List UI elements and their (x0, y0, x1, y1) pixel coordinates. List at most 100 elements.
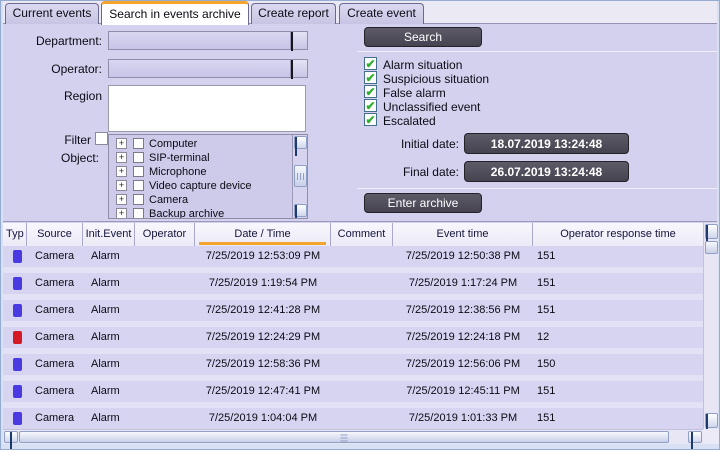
cell-response-time: 151 (533, 246, 703, 267)
suspicious-situation-label: Suspicious situation (383, 72, 583, 86)
column-header-init-event[interactable]: Init.Event (83, 223, 135, 246)
divider (357, 188, 717, 189)
tree-item-backup-archive[interactable]: + Backup archive (109, 207, 307, 219)
check-icon: ✔ (365, 85, 375, 99)
scroll-down-button[interactable] (705, 413, 718, 428)
initial-date-button[interactable]: 18.07.2019 13:24:48 (464, 133, 629, 154)
table-row[interactable]: Camera Alarm 7/25/2019 12:24:29 PM 7/25/… (3, 327, 703, 354)
tree-item-label: Backup archive (149, 208, 224, 219)
operator-dropdown-button[interactable] (290, 60, 307, 77)
filter-label: Filter (3, 133, 91, 147)
cell-init-event: Alarm (83, 273, 135, 294)
chevron-down-icon (291, 32, 293, 51)
region-input[interactable] (108, 85, 306, 132)
column-header-type[interactable]: Typ (3, 223, 27, 246)
expand-plus-icon[interactable]: + (116, 180, 127, 191)
scroll-up-button[interactable] (294, 136, 307, 149)
table-row[interactable]: Camera Alarm 7/25/2019 12:41:28 PM 7/25/… (3, 300, 703, 327)
unclassified-event-label: Unclassified event (383, 100, 583, 114)
table-row[interactable]: Camera Alarm 7/25/2019 1:19:54 PM 7/25/2… (3, 273, 703, 300)
expand-plus-icon[interactable]: + (116, 208, 127, 219)
column-header-comment[interactable]: Comment (331, 223, 393, 246)
scroll-left-button[interactable] (4, 431, 18, 443)
check-icon: ✔ (365, 99, 375, 113)
expand-plus-icon[interactable]: + (116, 166, 127, 177)
cell-response-time: 151 (533, 408, 703, 429)
tab-search-archive[interactable]: Search in events archive (101, 1, 249, 25)
cell-init-event: Alarm (83, 408, 135, 429)
tree-checkbox[interactable] (133, 180, 144, 191)
tree-checkbox[interactable] (133, 194, 144, 205)
cell-source: Camera (27, 408, 83, 429)
vertical-scroll-thumb[interactable] (705, 241, 718, 254)
department-dropdown-button[interactable] (290, 32, 307, 49)
alarm-situation-checkbox[interactable]: ✔ (364, 57, 377, 70)
cell-operator (135, 408, 195, 429)
event-type-marker (13, 277, 22, 290)
cell-event-time: 7/25/2019 1:01:33 PM (393, 408, 533, 429)
horizontal-scroll-thumb[interactable] (19, 431, 669, 443)
operator-select[interactable] (108, 59, 308, 78)
tree-checkbox[interactable] (133, 152, 144, 163)
cell-date-time: 7/25/2019 12:47:41 PM (195, 381, 331, 402)
scroll-up-button[interactable] (705, 224, 718, 239)
column-header-event-time[interactable]: Event time (393, 223, 533, 246)
column-header-response-time[interactable]: Operator response time (533, 223, 703, 246)
tab-current-events[interactable]: Current events (5, 3, 99, 24)
filter-checkbox[interactable] (95, 132, 108, 145)
tree-item-computer[interactable]: + Computer (109, 137, 307, 151)
scroll-down-button[interactable] (294, 204, 307, 217)
cell-operator (135, 354, 195, 375)
table-body: Camera Alarm 7/25/2019 12:53:09 PM 7/25/… (3, 246, 703, 429)
tree-checkbox[interactable] (133, 138, 144, 149)
tree-scroll-thumb[interactable] (294, 165, 307, 187)
expand-plus-icon[interactable]: + (116, 194, 127, 205)
tree-checkbox[interactable] (133, 208, 144, 219)
tree-item-label: Video capture device (149, 180, 252, 192)
unclassified-event-checkbox[interactable]: ✔ (364, 99, 377, 112)
table-row[interactable]: Camera Alarm 7/25/2019 12:58:36 PM 7/25/… (3, 354, 703, 381)
department-select[interactable] (108, 31, 308, 50)
escalated-checkbox[interactable]: ✔ (364, 113, 377, 126)
suspicious-situation-checkbox[interactable]: ✔ (364, 71, 377, 84)
cell-date-time: 7/25/2019 1:04:04 PM (195, 408, 331, 429)
tab-create-report[interactable]: Create report (251, 3, 336, 24)
tree-item-video-capture[interactable]: + Video capture device (109, 179, 307, 193)
table-row[interactable]: Camera Alarm 7/25/2019 12:47:41 PM 7/25/… (3, 381, 703, 408)
tree-item-sip-terminal[interactable]: + SIP-terminal (109, 151, 307, 165)
scroll-up-icon (295, 137, 297, 156)
cell-source: Camera (27, 354, 83, 375)
cell-event-time: 7/25/2019 12:56:06 PM (393, 354, 533, 375)
table-horizontal-scrollbar[interactable] (3, 429, 703, 444)
column-header-date-time[interactable]: Date / Time (195, 223, 331, 246)
tree-item-label: SIP-terminal (149, 152, 210, 164)
enter-archive-button[interactable]: Enter archive (364, 193, 482, 213)
tree-item-microphone[interactable]: + Microphone (109, 165, 307, 179)
false-alarm-checkbox[interactable]: ✔ (364, 85, 377, 98)
cell-date-time: 7/25/2019 12:58:36 PM (195, 354, 331, 375)
table-vertical-scrollbar[interactable] (703, 223, 718, 429)
divider (3, 221, 717, 222)
tree-checkbox[interactable] (133, 166, 144, 177)
column-header-source[interactable]: Source (27, 223, 83, 246)
table-row[interactable]: Camera Alarm 7/25/2019 1:04:04 PM 7/25/2… (3, 408, 703, 429)
cell-source: Camera (27, 300, 83, 321)
tree-scrollbar[interactable] (292, 135, 307, 218)
tree-item-camera[interactable]: + Camera (109, 193, 307, 207)
cell-source: Camera (27, 246, 83, 267)
expand-plus-icon[interactable]: + (116, 138, 127, 149)
column-header-operator[interactable]: Operator (135, 223, 195, 246)
check-icon: ✔ (365, 57, 375, 71)
cell-init-event: Alarm (83, 381, 135, 402)
tab-create-event[interactable]: Create event (339, 3, 424, 24)
operator-label: Operator: (3, 62, 102, 76)
expand-plus-icon[interactable]: + (116, 152, 127, 163)
cell-response-time: 150 (533, 354, 703, 375)
scroll-right-button[interactable] (688, 431, 702, 443)
divider (357, 51, 717, 52)
cell-comment (331, 354, 393, 375)
final-date-button[interactable]: 26.07.2019 13:24:48 (464, 161, 629, 182)
search-button[interactable]: Search (364, 27, 482, 47)
table-row[interactable]: Camera Alarm 7/25/2019 12:53:09 PM 7/25/… (3, 246, 703, 273)
tab-strip: Current events Search in events archive … (3, 1, 717, 24)
